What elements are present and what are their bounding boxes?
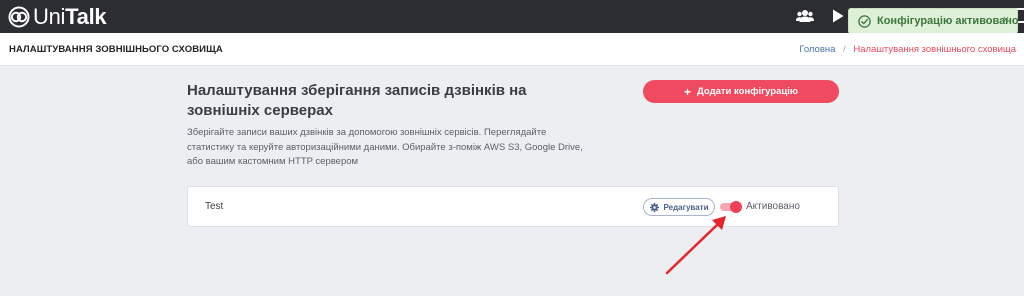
breadcrumb-current: Налаштування зовнішнього сховища [853, 44, 1016, 55]
plus-icon: + [684, 84, 692, 99]
check-circle-icon [858, 15, 871, 28]
page-title: НАЛАШТУВАННЯ ЗОВНІШНЬОГО СХОВИЩА [9, 44, 223, 55]
section-heading: Налаштування зберігання записів дзвінків… [187, 82, 527, 119]
gear-icon [649, 202, 659, 212]
page-header: НАЛАШТУВАННЯ ЗОВНІШНЬОГО СХОВИЩА Головна… [0, 33, 1024, 66]
breadcrumb-home-link[interactable]: Головна [799, 44, 835, 55]
add-configuration-label: Додати конфігурацію [697, 86, 798, 97]
red-arrow-annotation [665, 216, 726, 275]
breadcrumb: Головна / Налаштування зовнішнього схови… [799, 44, 1016, 55]
users-icon[interactable] [796, 9, 814, 23]
edit-button-label: Редагувати [663, 202, 709, 212]
activation-status-label: Активовано [746, 201, 800, 212]
toggle-knob [730, 201, 742, 213]
unitalk-logo-icon [8, 6, 30, 28]
configuration-card: Test Редагувати Активовано [187, 186, 839, 227]
section-description: Зберігайте записи ваших дзвінків за допо… [187, 127, 583, 167]
toast-close-button[interactable]: × [1003, 14, 1009, 26]
breadcrumb-separator: / [843, 44, 846, 55]
play-icon[interactable] [832, 9, 844, 23]
activation-toggle[interactable] [720, 201, 742, 213]
app-logo-text: UniTalk [33, 4, 107, 29]
app-logo[interactable]: UniTalk [8, 4, 107, 29]
configuration-name: Test [205, 201, 224, 212]
add-configuration-button[interactable]: + Додати конфігурацію [643, 80, 839, 103]
success-toast: Конфігурацію активовано × [848, 8, 1019, 34]
toast-message: Конфігурацію активовано [877, 15, 1019, 27]
